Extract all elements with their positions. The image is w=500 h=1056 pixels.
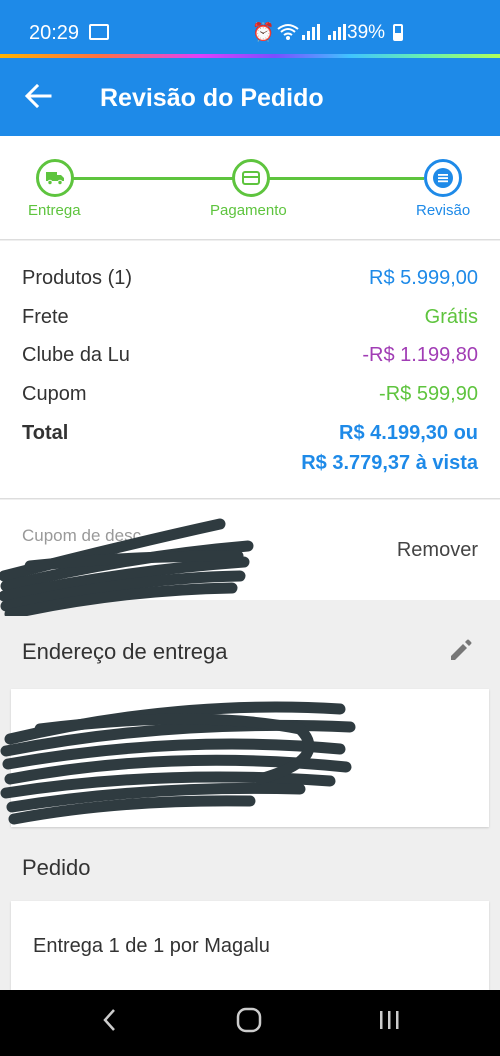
delivery-info: Entrega 1 de 1 por Magalu — [33, 935, 270, 957]
coupon-section: Cupom de desc Remover — [0, 500, 500, 616]
order-card: Entrega 1 de 1 por Magalu — [11, 901, 489, 990]
stepper-line — [73, 177, 233, 180]
edit-pencil-icon[interactable] — [448, 637, 474, 663]
coupon-value: -R$ 599,90 — [379, 383, 478, 405]
remove-coupon-button[interactable]: Remover — [397, 539, 478, 562]
coupon-label: Cupom — [22, 383, 87, 405]
status-bar: 20:29 ⏰ 39% — [0, 0, 500, 57]
shipping-value: Grátis — [424, 306, 478, 328]
order-section-title: Pedido — [22, 855, 91, 880]
step-label-entrega: Entrega — [28, 202, 81, 219]
nav-back-icon[interactable] — [100, 1006, 120, 1034]
card-icon — [242, 171, 260, 185]
truck-icon — [46, 172, 64, 186]
products-value: R$ 5.999,00 — [369, 267, 478, 289]
products-label: Produtos (1) — [22, 267, 133, 289]
total-value: R$ 4.199,30 ou — [339, 422, 478, 444]
club-label: Clube da Lu — [22, 344, 130, 366]
system-nav-bar — [0, 990, 500, 1056]
summary-row-products: Produtos (1) R$ 5.999,00 — [22, 267, 478, 293]
checkout-stepper: Entrega Pagamento Revisão — [0, 136, 500, 240]
signal-icon — [302, 24, 346, 40]
stepper-line — [269, 177, 424, 180]
nav-home-icon[interactable] — [235, 1006, 263, 1034]
summary-row-shipping: Frete Grátis — [22, 306, 478, 332]
wifi-icon — [277, 24, 299, 40]
status-time: 20:29 — [29, 22, 80, 44]
address-section-title: Endereço de entrega — [22, 639, 228, 664]
step-label-pagamento: Pagamento — [210, 202, 287, 219]
address-card[interactable] — [0, 689, 489, 827]
step-pagamento[interactable] — [232, 159, 270, 197]
summary-row-coupon: Cupom -R$ 599,90 — [22, 383, 478, 409]
alarm-icon: ⏰ — [252, 22, 275, 42]
step-revisao[interactable] — [424, 159, 462, 197]
nav-recents-icon[interactable] — [376, 1006, 404, 1034]
app-bar: Revisão do Pedido — [0, 58, 500, 136]
summary-row-club: Clube da Lu -R$ 1.199,80 — [22, 344, 478, 370]
list-icon — [433, 168, 453, 188]
notification-icon — [89, 24, 109, 40]
battery-percent: 39% — [347, 22, 386, 43]
redaction-scribble — [0, 701, 356, 825]
shipping-label: Frete — [22, 306, 69, 328]
total-label: Total — [22, 422, 69, 444]
step-entrega[interactable] — [36, 159, 74, 197]
order-summary: Produtos (1) R$ 5.999,00 Frete Grátis Cl… — [0, 241, 500, 499]
page-title: Revisão do Pedido — [100, 84, 324, 112]
battery-icon — [393, 24, 403, 41]
step-label-revisao: Revisão — [416, 202, 471, 219]
redaction-scribble — [0, 518, 254, 616]
back-arrow-icon[interactable] — [24, 82, 52, 110]
club-value: -R$ 1.199,80 — [362, 344, 478, 366]
total-cash-value: R$ 3.779,37 à vista — [301, 452, 478, 474]
